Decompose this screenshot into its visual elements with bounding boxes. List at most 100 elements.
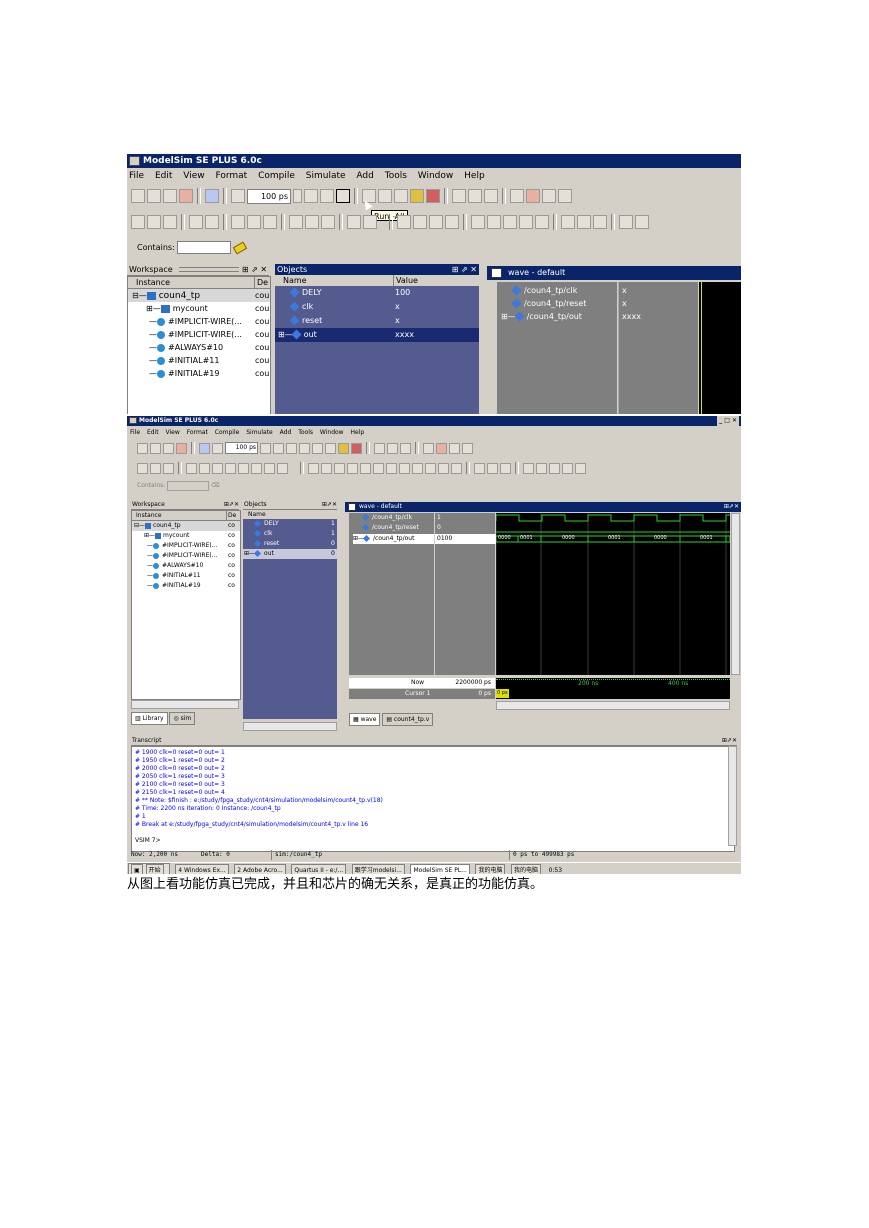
taskbar-item[interactable]: 4 Windows Ex... [175,864,229,874]
zoom-mode-icon[interactable] [500,462,511,474]
wave-tool-icon[interactable] [212,462,223,474]
save-icon[interactable] [334,462,345,474]
contains-input[interactable] [167,480,210,491]
wave-tool-icon[interactable] [289,215,303,229]
memory-icon[interactable] [351,442,362,454]
step-icon[interactable] [299,442,310,454]
menu-edit[interactable]: Edit [155,170,172,182]
wave-tool-icon[interactable] [347,215,361,229]
tree-icon[interactable] [577,215,591,229]
stop-icon[interactable] [325,442,336,454]
taskbar-item-active[interactable]: ModelSim SE PL... [410,864,470,874]
tree-item[interactable]: — #IMPLICIT-WIRE(... co [132,551,240,561]
compile-all-icon[interactable] [147,189,161,203]
de-column[interactable]: De [254,277,268,288]
menu-add[interactable]: Add [280,428,292,437]
compile-all-icon[interactable] [150,442,161,454]
hierarchy-icon[interactable] [593,215,607,229]
object-row[interactable]: DELY 100 [275,286,479,300]
tab-sim[interactable]: ◎ sim [169,712,196,725]
spin-icon[interactable] [293,189,302,203]
taskbar-item[interactable]: 2 Adobe Acro... [234,864,286,874]
paste-icon[interactable] [503,215,517,229]
transcript-text[interactable]: # 1900 clk=0 reset=0 out= 1 # 1950 clk=1… [131,746,735,852]
redo-icon[interactable] [535,215,549,229]
break-icon[interactable] [176,442,187,454]
wave-tool-icon[interactable] [186,462,197,474]
wave-tool-icon[interactable] [263,215,277,229]
run-all-icon[interactable] [286,442,297,454]
taskbar-item[interactable]: 我的电脑 [475,864,506,874]
cut-icon[interactable] [471,215,485,229]
menu-tools[interactable]: Tools [298,428,313,437]
tree-item[interactable]: — #INITIAL#11 co [132,571,240,581]
delete-icon[interactable] [526,189,540,203]
tree-item[interactable]: — #ALWAYS#10 cou [128,341,270,354]
de-column[interactable]: De [226,511,236,520]
tree-item[interactable]: — #ALWAYS#10 co [132,561,240,571]
menu-view[interactable]: View [183,170,204,182]
menu-file[interactable]: File [130,428,140,437]
restart-icon[interactable] [212,442,223,454]
wave-tool-icon[interactable] [199,462,210,474]
taskbar-item[interactable]: 跟学习modelsi... [351,864,405,874]
wave-tool-icon[interactable] [150,462,161,474]
wave-tool-icon[interactable] [205,215,219,229]
page-icon[interactable] [484,189,498,203]
menu-view[interactable]: View [166,428,180,437]
pane-controls-icon[interactable]: ⊞ ⇗ ✕ [242,265,267,274]
cut-icon[interactable] [360,462,371,474]
tree-item[interactable]: — #IMPLICIT-WIRE(... cou [128,315,270,328]
zoom-cursor-icon[interactable] [562,462,573,474]
restart-icon[interactable] [231,189,245,203]
menu-window[interactable]: Window [418,170,454,182]
tree-item[interactable]: ⊟— coun4_tp co [132,521,240,531]
cursor-add-icon[interactable] [452,189,466,203]
up-arrow-icon[interactable] [199,442,210,454]
wave-tool-icon[interactable] [163,215,177,229]
taskbar-item[interactable]: 我的电脑 [511,864,542,874]
wave-tool-icon[interactable] [363,215,377,229]
find-prev-icon[interactable] [449,442,460,454]
wave-tool-icon[interactable] [277,462,288,474]
undo-icon[interactable] [399,462,410,474]
menu-add[interactable]: Add [356,170,373,182]
wave-tool-icon[interactable] [189,215,203,229]
start-button[interactable]: ▣ 开始 [128,863,170,874]
object-row[interactable]: clk x [275,300,479,314]
wave-canvas[interactable] [699,282,741,414]
tree-item[interactable]: ⊟— coun4_tp cou [128,289,270,302]
print-icon[interactable] [347,462,358,474]
find-icon[interactable] [561,215,575,229]
pane-controls-icon[interactable]: ⊞ ⇗ ✕ [452,264,479,275]
eraser-icon[interactable]: ⌫ [211,482,219,489]
tab-library[interactable]: ▥ Library [131,712,168,725]
wave-tool-icon[interactable] [238,462,249,474]
performance-icon[interactable] [410,189,424,203]
horizontal-scrollbar[interactable] [496,701,730,710]
menu-edit[interactable]: Edit [147,428,159,437]
tree-icon[interactable] [438,462,449,474]
menu-compile[interactable]: Compile [215,428,240,437]
eraser-icon[interactable] [232,241,248,254]
step-over-icon[interactable] [378,189,392,203]
object-row[interactable]: reset 0 [243,539,337,549]
pane-controls-icon[interactable]: ⊞⇗✕ [224,500,239,509]
menu-file[interactable]: File [129,170,144,182]
wave-tool-icon[interactable] [225,462,236,474]
step-over-icon[interactable] [312,442,323,454]
clk-waveform[interactable] [496,514,730,522]
redo-icon[interactable] [412,462,423,474]
menu-simulate[interactable]: Simulate [306,170,346,182]
window-controls-icon[interactable]: ⊞⇗✕ [724,502,741,512]
cursor-delete-icon[interactable] [387,442,398,454]
zoom-in-icon[interactable] [523,462,534,474]
signal-row[interactable]: /coun4_tp/clk [361,513,412,523]
open-icon[interactable] [321,462,332,474]
object-row[interactable]: clk 1 [243,529,337,539]
wave-tool-icon[interactable] [251,462,262,474]
memory-icon[interactable] [426,189,440,203]
compile-icon[interactable] [137,442,148,454]
run-all-icon[interactable] [336,189,350,203]
pane-controls-icon[interactable]: ⊞⇗✕ [322,500,337,509]
